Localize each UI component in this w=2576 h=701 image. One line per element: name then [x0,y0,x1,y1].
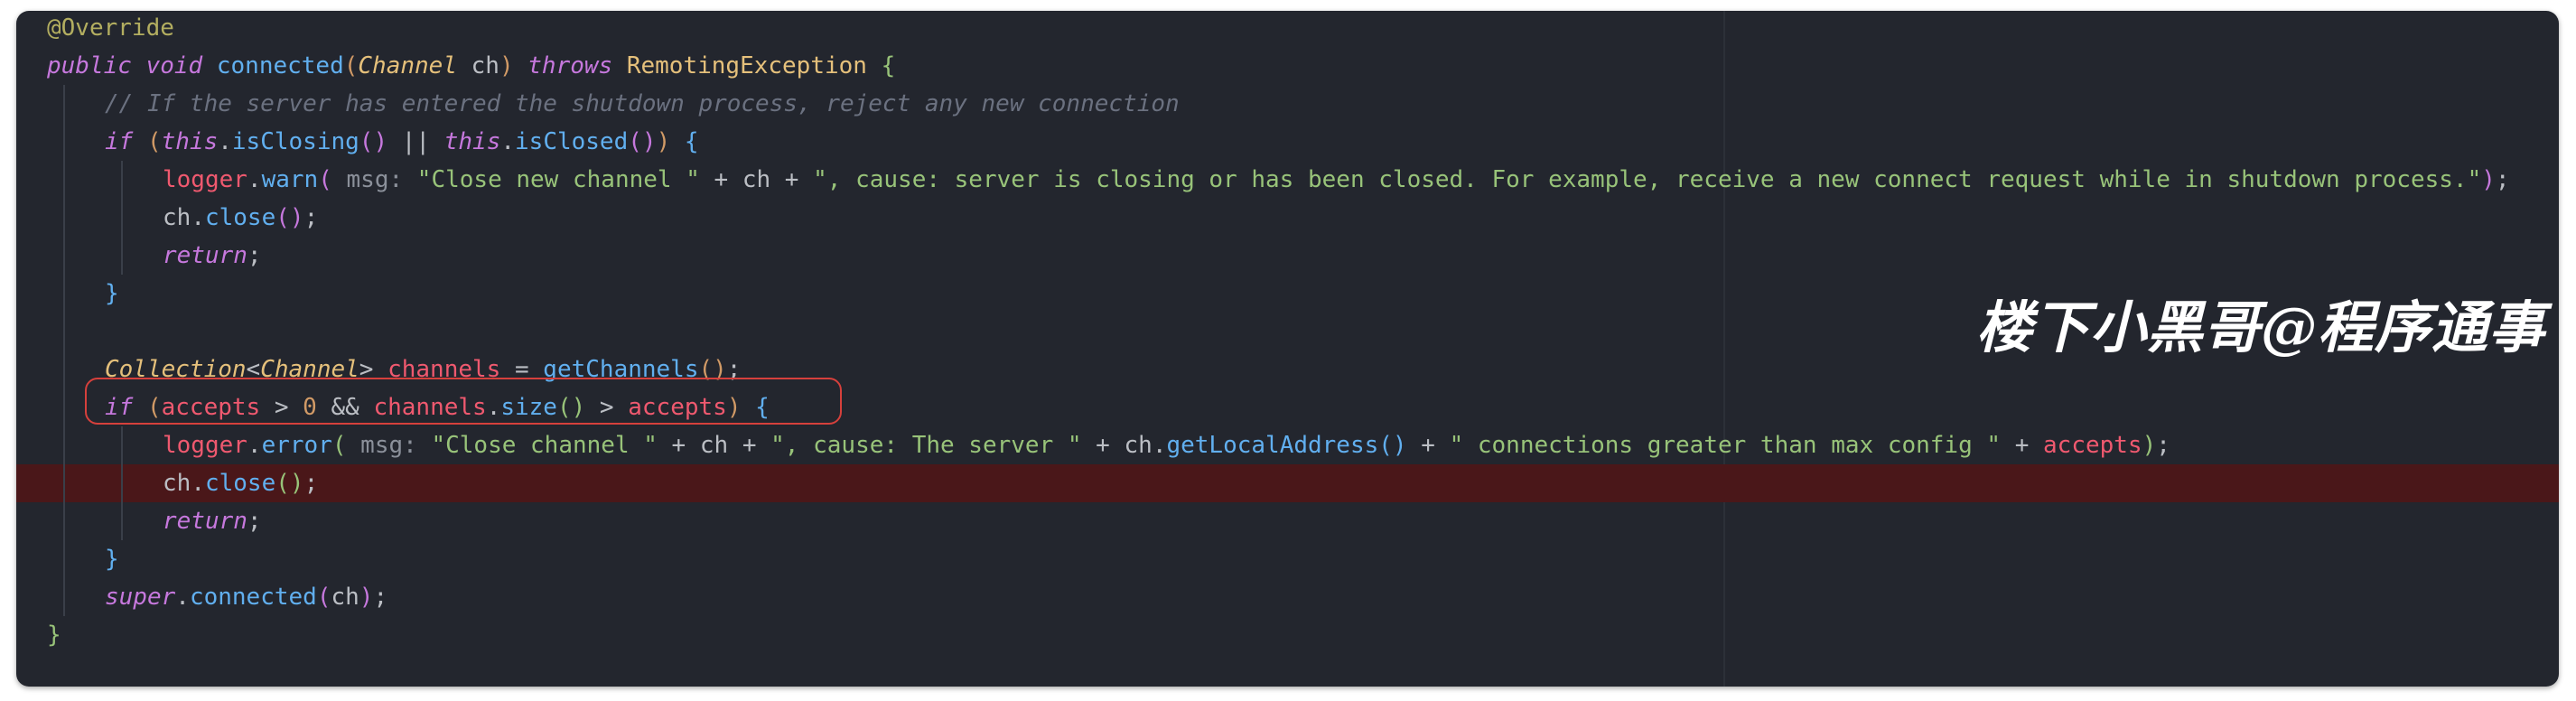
code-line-16[interactable]: super.connected(ch); [16,578,2559,616]
indent-guide [121,426,123,464]
variable: ch [699,432,729,459]
indent-guide [63,161,65,199]
keyword: throws [527,52,613,79]
indent-guide [121,502,123,540]
variable: ch [742,166,771,193]
indent-guide [63,275,65,313]
method-call: getLocalAddress [1166,432,1379,459]
method-call: close [204,204,276,231]
operator: || [401,128,431,155]
code-comment: // If the server has entered the shutdow… [105,90,1180,117]
method-call: isClosing [231,128,359,155]
method-call: warn [261,166,319,193]
exception-type: RemotingException [626,52,867,79]
variable: ch [1124,432,1153,459]
string-literal: ", cause: server is closing or has been … [813,166,2482,193]
indent-guide [121,161,123,199]
method-call: isClosed [515,128,629,155]
indent-guide [63,540,65,578]
variable: ch [163,204,191,231]
indent-guide [63,123,65,161]
field-ref: logger [163,166,247,193]
field-ref: logger [163,432,247,459]
indent-guide [63,426,65,464]
method-call: connected [189,584,317,611]
indent-guide [63,464,65,502]
indent-guide [63,313,65,350]
keyword: return [163,508,247,535]
param-hint: msg: [360,432,417,459]
code-line-14[interactable]: return; [16,502,2559,540]
code-line-4[interactable]: if (this.isClosing() || this.isClosed())… [16,123,2559,161]
code-line-2[interactable]: public void connected(Channel ch) throws… [16,47,2559,85]
annotation: @Override [47,14,174,42]
param-name: ch [471,52,499,79]
variable: ch [163,470,191,497]
code-line-7[interactable]: return; [16,237,2559,275]
string-literal: "Close new channel " [416,166,700,193]
indent-guide [63,85,65,123]
indent-guide [63,199,65,237]
keyword: if [105,128,134,155]
indent-guide [121,199,123,237]
method-call: close [204,470,276,497]
method-call: error [261,432,332,459]
string-literal: " connections greater than max config " [1449,432,2002,459]
keyword: return [163,242,247,269]
annotation-highlight-box [85,378,842,425]
string-literal: ", cause: The server " [770,432,1082,459]
keyword: super [105,584,176,611]
code-line-13-highlighted[interactable]: ch.close(); [16,464,2559,502]
indent-guide [63,502,65,540]
code-line-5[interactable]: logger.warn( msg: "Close new channel " +… [16,161,2559,199]
field-ref: accepts [2043,432,2142,459]
code-line-17[interactable]: } [16,616,2559,654]
indent-guide [63,237,65,275]
watermark-text: 楼下小黑哥@程序通事 [1976,294,2546,360]
string-literal: "Close channel " [431,432,658,459]
keyword: this [443,128,501,155]
indent-guide [63,388,65,426]
param-hint: msg: [346,166,404,193]
code-line-12[interactable]: logger.error( msg: "Close channel " + ch… [16,426,2559,464]
param-type: Channel [358,52,457,79]
indent-guide [63,350,65,388]
code-line-6[interactable]: ch.close(); [16,199,2559,237]
indent-guide [121,237,123,275]
indent-guide [63,578,65,616]
code-line-1[interactable]: @Override [16,11,2559,47]
keyword: public [47,52,132,79]
method-name: connected [216,52,344,79]
indent-guide [121,464,123,502]
code-line-15[interactable]: } [16,540,2559,578]
variable: ch [331,584,359,611]
keyword: void [145,52,203,79]
code-line-3[interactable]: // If the server has entered the shutdow… [16,85,2559,123]
keyword: this [161,128,219,155]
code-editor: @Override public void connected(Channel … [16,11,2559,687]
